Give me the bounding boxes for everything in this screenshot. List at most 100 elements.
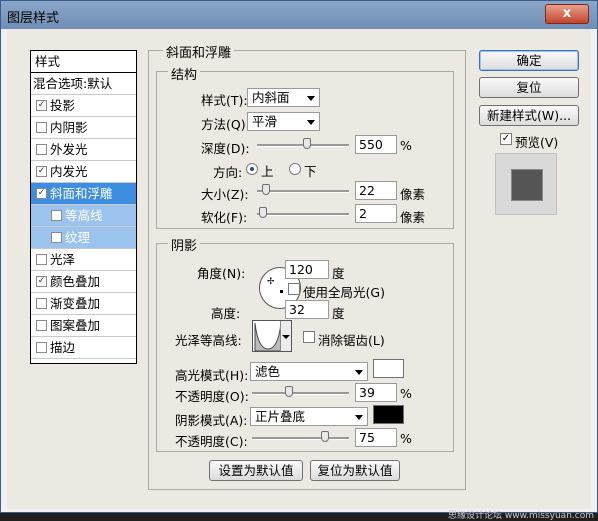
ok-button[interactable]: 确定 (479, 50, 579, 71)
altitude-label: 高度: (211, 306, 241, 321)
dialog-body: 样式 混合选项:默认 ✓ 投影 内阴影 外发光 ✓ 内发光 ✓ 斜面和浮雕 等高线 纹理 光泽 ✓ 颜色… (7, 29, 591, 509)
highlight-mode-label: 高光模式(H): (175, 368, 249, 383)
global-light-label: 使用全局光(G) (303, 285, 385, 300)
style-checkbox[interactable] (36, 320, 47, 331)
window-title: 图层样式 (7, 11, 60, 26)
style-list-header[interactable]: 样式 (31, 51, 136, 73)
antialias-checkbox[interactable] (303, 331, 315, 343)
style-checkbox[interactable]: ✓ (36, 276, 47, 287)
style-list-item[interactable]: ✓ 斜面和浮雕 (31, 183, 136, 205)
highlight-mode-select[interactable]: 滤色 (250, 362, 368, 381)
soften-slider-thumb[interactable] (259, 207, 267, 218)
style-list-item[interactable]: 光泽 (31, 249, 136, 271)
soften-label: 软化(F): (201, 210, 248, 225)
shadow-opacity-label: 不透明度(C): (175, 434, 248, 449)
depth-label: 深度(D): (201, 141, 250, 156)
angle-unit: 度 (332, 266, 345, 281)
style-item-label: 光泽 (50, 252, 76, 267)
size-slider-track[interactable] (257, 190, 349, 193)
shadow-opacity-input[interactable]: 75 (355, 428, 397, 447)
style-checkbox[interactable]: ✓ (36, 166, 47, 177)
shadow-opacity-unit: % (400, 431, 412, 446)
method-select[interactable]: 平滑 (247, 112, 320, 131)
altitude-unit: 度 (332, 306, 345, 321)
method-label: 方法(Q): (201, 117, 250, 132)
style-checkbox[interactable] (36, 122, 47, 133)
global-light-checkbox[interactable] (288, 283, 300, 295)
shadow-mode-select[interactable]: 正片叠底 (250, 407, 368, 426)
chevron-down-icon (307, 120, 315, 125)
style-checkbox[interactable] (51, 232, 62, 243)
style-checkbox[interactable] (36, 254, 47, 265)
style-item-label: 斜面和浮雕 (50, 186, 113, 201)
preview-label: 预览(V) (515, 135, 559, 150)
close-button[interactable]: x (545, 4, 589, 24)
chevron-down-icon[interactable] (280, 321, 291, 351)
angle-input[interactable]: 120 (285, 260, 329, 279)
size-input[interactable]: 22 (355, 181, 397, 200)
style-list-item[interactable]: 外发光 (31, 139, 136, 161)
style-list-item[interactable]: 纹理 (31, 227, 136, 249)
shadow-color-swatch[interactable] (373, 405, 404, 424)
depth-input[interactable]: 550 (355, 135, 397, 154)
style-item-label: 描边 (50, 340, 76, 355)
highlight-color-swatch[interactable] (373, 359, 404, 378)
style-checkbox[interactable] (36, 144, 47, 155)
direction-up-radio[interactable] (246, 163, 258, 175)
new-style-button[interactable]: 新建样式(W)... (479, 105, 579, 126)
style-list-item[interactable]: 等高线 (31, 205, 136, 227)
shadow-opacity-track[interactable] (252, 437, 349, 440)
blend-options-item[interactable]: 混合选项:默认 (31, 73, 136, 95)
style-checkbox[interactable] (51, 210, 62, 221)
angle-label: 角度(N): (197, 266, 246, 281)
direction-down-label: 下 (304, 164, 317, 179)
style-list-item[interactable]: 图案叠加 (31, 315, 136, 337)
chevron-down-icon (355, 370, 363, 375)
soften-input[interactable]: 2 (355, 204, 397, 223)
structure-title: 结构 (168, 64, 201, 83)
style-item-label: 图案叠加 (50, 318, 101, 333)
style-item-label: 颜色叠加 (50, 274, 101, 289)
watermark-text: 思缘设计论坛 www.missyuan.com (448, 511, 594, 521)
shading-title: 阴影 (168, 235, 201, 254)
style-list-item[interactable]: 渐变叠加 (31, 293, 136, 315)
style-checkbox[interactable]: ✓ (36, 188, 47, 199)
highlight-opacity-thumb[interactable] (285, 386, 293, 397)
highlight-opacity-input[interactable]: 39 (355, 383, 397, 402)
gloss-contour-picker[interactable] (252, 320, 292, 352)
title-bar[interactable]: 图层样式 x (1, 1, 597, 29)
style-select[interactable]: 内斜面 (247, 88, 320, 107)
style-item-label: 内阴影 (50, 120, 88, 135)
altitude-input[interactable]: 32 (285, 300, 329, 319)
style-item-label: 外发光 (50, 142, 88, 157)
direction-down-radio[interactable] (289, 163, 301, 175)
size-unit: 像素 (400, 187, 426, 202)
style-label: 样式(T): (201, 93, 248, 108)
size-label: 大小(Z): (201, 187, 249, 202)
style-list-item[interactable]: ✓ 内发光 (31, 161, 136, 183)
depth-slider-thumb[interactable] (303, 138, 311, 149)
style-list-item[interactable]: ✓ 颜色叠加 (31, 271, 136, 293)
highlight-opacity-track[interactable] (252, 392, 349, 395)
soften-unit: 像素 (400, 210, 426, 225)
reset-button[interactable]: 复位 (479, 77, 579, 98)
style-item-label: 纹理 (65, 230, 91, 245)
style-list-item[interactable]: 描边 (31, 337, 136, 359)
chevron-down-icon (307, 96, 315, 101)
shadow-opacity-thumb[interactable] (321, 431, 329, 442)
style-list-item[interactable]: 内阴影 (31, 117, 136, 139)
style-checkbox[interactable] (36, 342, 47, 353)
highlight-opacity-unit: % (400, 386, 412, 401)
preview-thumbnail (495, 153, 557, 215)
soften-slider-track[interactable] (257, 213, 349, 216)
style-checkbox[interactable] (36, 298, 47, 309)
preview-checkbox[interactable]: ✓ (500, 133, 512, 145)
style-list-item[interactable]: ✓ 投影 (31, 95, 136, 117)
size-slider-thumb[interactable] (262, 184, 270, 195)
style-item-label: 投影 (50, 98, 76, 113)
make-default-button[interactable]: 设置为默认值 (209, 460, 303, 481)
direction-up-label: 上 (261, 164, 274, 179)
style-checkbox[interactable]: ✓ (36, 100, 47, 111)
direction-label: 方向: (213, 165, 243, 180)
reset-default-button[interactable]: 复位为默认值 (310, 460, 400, 481)
